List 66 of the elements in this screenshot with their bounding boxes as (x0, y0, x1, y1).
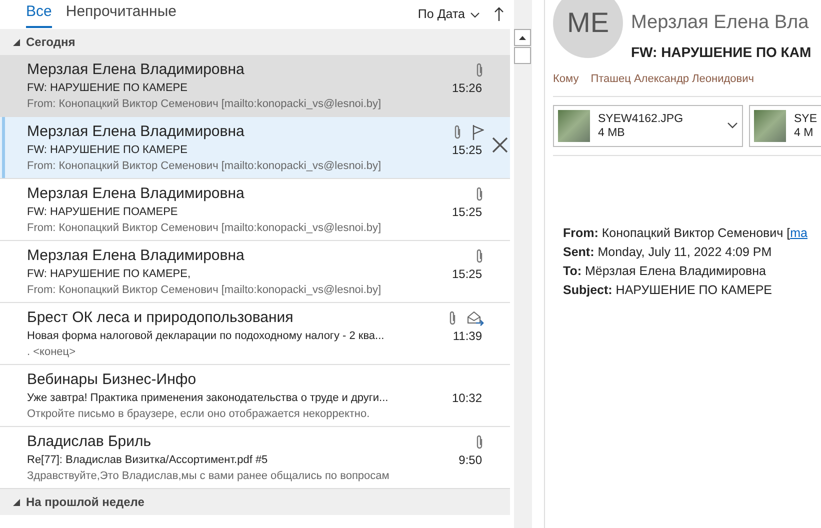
up-triangle-icon (519, 36, 526, 40)
sender-name: Мерзлая Елена Владимировна (27, 60, 246, 80)
chevron-down-icon[interactable] (727, 122, 738, 129)
message-subject: Новая форма налоговой декларации по подоходному налогу - 2 ква... (27, 329, 386, 344)
sender-name: Брест ОК леса и природопользования (27, 308, 294, 328)
message-time: 15:25 (452, 142, 483, 158)
group-header[interactable]: Сегодня (0, 29, 510, 55)
image-thumbnail (754, 110, 786, 142)
message-item[interactable]: Брест ОК леса и природопользования Новая форма налоговой декларации по подоходному налогу - 2 ква... . <конец> 11:39 (0, 303, 510, 365)
message-time: 11:39 (452, 328, 483, 344)
email-link[interactable]: ma (790, 226, 808, 240)
flag-icon[interactable] (472, 124, 484, 140)
message-preview: Здравствуйте,Это Владислав,мы с вами ранее общались по вопросам (27, 469, 390, 484)
message-subject: FW: НАРУШЕНИЕ ПО КАМЕРЕ (27, 81, 188, 96)
message-preview: From: Конопацкий Виктор Семенович [mailto:konopacki_vs@lesnoi.by] (27, 159, 382, 174)
message-time: 10:32 (452, 390, 483, 406)
message-subject: Re[77]: Владислав Визитка/Ассортимент.pdf #5 (27, 453, 269, 468)
attachment-name: SYE (794, 112, 818, 126)
header-line: Subject: НАРУШЕНИЕ ПО КАМЕРЕ (563, 282, 773, 299)
header-line: From: Конопацкий Виктор Семенович [ma (563, 224, 808, 242)
attachment-card[interactable]: SYEW4162.JPG 4 MB (553, 104, 743, 146)
sender-name: Мерзлая Елена Владимировна (27, 246, 246, 266)
message-time: 9:50 (458, 452, 483, 468)
sender-name: Мерзлая Елена Вла (631, 11, 810, 35)
sender-name: Мерзлая Елена Владимировна (27, 122, 246, 142)
tab[interactable]: Непрочитанные (66, 1, 176, 28)
sort-dropdown[interactable]: По Дата (418, 5, 480, 24)
to-label: Кому (553, 72, 579, 87)
message-subject: FW: НАРУШЕНИЕ ПО КАМЕРЕ, (27, 267, 192, 282)
message-item[interactable]: Мерзлая Елена Владимировна FW: НАРУШЕНИЕ ПО КАМЕРЕ, From: Конопацкий Виктор Семенович [mailto:konopacki_vs@lesnoi.by] 15:25 (0, 241, 510, 303)
attachment-card[interactable]: SYE 4 M (749, 104, 821, 146)
message-time: 15:26 (452, 80, 483, 96)
up-arrow-icon (494, 7, 504, 22)
sender-name: Вебинары Бизнес-Инфо (27, 370, 198, 390)
attachment-name: SYEW4162.JPG (598, 112, 684, 126)
scroll-thumb[interactable] (514, 47, 531, 64)
header-line: To: Мёрзлая Елена Владимировна (563, 262, 767, 280)
header-line: Sent: Monday, July 11, 2022 4:09 PM (563, 244, 773, 261)
message-item[interactable]: Мерзлая Елена Владимировна FW: НАРУШЕНИЕ ПО КАМЕРЕ From: Конопацкий Виктор Семенович [mailto:konopacki_vs@lesnoi.by] 15:26 (0, 55, 510, 117)
message-preview: . <конец> (27, 345, 77, 360)
message-item[interactable]: Мерзлая Елена Владимировна FW: НАРУШЕНИЕ ПОАМЕРЕ From: Конопацкий Виктор Семенович [mailto:konopacki_vs@lesnoi.by] 15:25 (0, 179, 510, 241)
collapse-triangle-icon (13, 499, 20, 506)
attachment-size: 4 MB (598, 126, 626, 140)
message-time: 15:25 (452, 266, 483, 282)
attachment-size: 4 M (794, 126, 814, 140)
message-preview: From: Конопацкий Виктор Семенович [mailto:konopacki_vs@lesnoi.by] (27, 221, 382, 236)
message-time: 15:25 (452, 204, 483, 220)
message-item[interactable]: Вебинары Бизнес-Инфо Уже завтра! Практика применения законодательства о труде и други... Откройте письмо в браузере, если оно отображается некорректно. 10:32 (0, 365, 510, 427)
email-subject: FW: НАРУШЕНИЕ ПО КАМ (631, 43, 812, 62)
delete-icon[interactable] (492, 137, 508, 153)
recipient-name[interactable]: Пташец Александр Леонидович (590, 71, 754, 88)
sender-name: Владислав Бриль (27, 432, 152, 452)
message-preview: From: Конопацкий Виктор Семенович [mailto:konopacki_vs@lesnoi.by] (27, 97, 382, 112)
message-subject: FW: НАРУШЕНИЕ ПО КАМЕРЕ (27, 143, 188, 158)
image-thumbnail (558, 110, 590, 142)
message-preview: Откройте письмо в браузере, если оно отображается некорректно. (27, 407, 371, 422)
message-subject: Уже завтра! Практика применения законодательства о труде и други... (27, 391, 390, 406)
sender-name: Мерзлая Елена Владимировна (27, 184, 246, 204)
chevron-down-icon (470, 12, 480, 18)
sender-avatar: ME (553, 0, 623, 58)
collapse-triangle-icon (13, 39, 20, 46)
message-subject: FW: НАРУШЕНИЕ ПОАМЕРЕ (27, 205, 179, 220)
message-item[interactable]: Мерзлая Елена Владимировна FW: НАРУШЕНИЕ ПО КАМЕРЕ From: Конопацкий Виктор Семенович [mailto:konopacki_vs@lesnoi.by] 15:25 (0, 117, 510, 179)
message-preview: From: Конопацкий Виктор Семенович [mailto:konopacki_vs@lesnoi.by] (27, 283, 382, 298)
scroll-up-button[interactable] (514, 29, 531, 46)
group-header[interactable]: На прошлой неделе (0, 489, 510, 515)
